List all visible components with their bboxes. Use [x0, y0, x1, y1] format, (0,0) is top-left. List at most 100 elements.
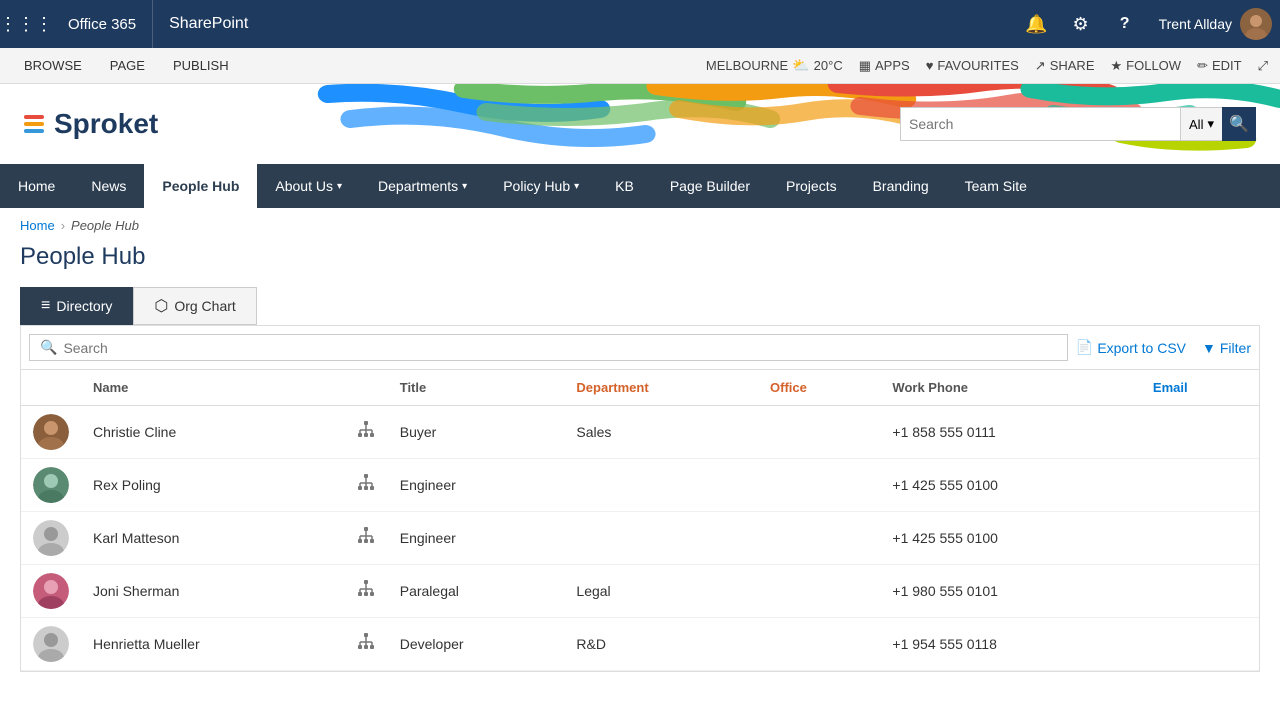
office-cell [758, 406, 880, 459]
main-nav: Home News People Hub About Us ▾ Departme… [0, 164, 1280, 208]
filter-icon: ▼ [1202, 340, 1216, 356]
nav-item-people-hub[interactable]: People Hub [144, 164, 257, 208]
col-title: Title [388, 370, 565, 406]
search-icon: 🔍 [1229, 114, 1249, 134]
actionbar: BROWSE PAGE PUBLISH MELBOURNE ⛅ 20°C ▦ A… [0, 48, 1280, 84]
work-phone-cell: +1 425 555 0100 [880, 459, 1141, 512]
table-row[interactable]: Joni Sherman Paralegal Legal +1 980 555 … [21, 565, 1259, 618]
breadcrumb-home[interactable]: Home [20, 218, 55, 233]
gear-icon[interactable]: ⚙ [1063, 6, 1099, 42]
table-header-row: Name Title Department Office Work Phone … [21, 370, 1259, 406]
table-row[interactable]: Rex Poling Engineer +1 425 555 0100 [21, 459, 1259, 512]
work-phone-cell: +1 980 555 0101 [880, 565, 1141, 618]
avatar-cell [21, 565, 81, 618]
search-button[interactable]: 🔍 [1222, 107, 1256, 141]
chevron-down-icon: ▾ [574, 181, 579, 192]
weather-temp: 20°C [814, 58, 843, 73]
table-row[interactable]: Karl Matteson Engineer +1 425 555 0100 [21, 512, 1259, 565]
name-cell: Joni Sherman [81, 565, 344, 618]
email-cell [1141, 512, 1259, 565]
department-cell [564, 459, 758, 512]
help-icon[interactable]: ? [1107, 6, 1143, 42]
nav-item-about-us[interactable]: About Us ▾ [257, 164, 360, 208]
name-cell: Karl Matteson [81, 512, 344, 565]
org-icon-cell[interactable] [344, 459, 388, 512]
org-icon-cell[interactable] [344, 565, 388, 618]
table-search-input[interactable] [63, 340, 1056, 356]
chevron-down-icon: ▾ [337, 181, 342, 192]
logo-line-orange [24, 122, 44, 126]
logo-lines [24, 115, 44, 133]
nav-item-departments[interactable]: Departments ▾ [360, 164, 485, 208]
nav-item-team-site[interactable]: Team Site [947, 164, 1045, 208]
avatar-cell [21, 406, 81, 459]
bell-icon[interactable]: 🔔 [1019, 6, 1055, 42]
people-table: Name Title Department Office Work Phone … [21, 370, 1259, 671]
org-chart-icon[interactable] [356, 636, 376, 656]
edit-button[interactable]: ✏ EDIT [1197, 58, 1242, 74]
org-chart-icon[interactable] [356, 477, 376, 497]
logo-line-red [24, 115, 44, 119]
breadcrumb-current: People Hub [71, 218, 139, 233]
avatar-cell [21, 618, 81, 671]
expand-button[interactable]: ⤢ [1258, 58, 1268, 74]
org-chart-icon[interactable] [356, 583, 376, 603]
topbar: ⋮⋮⋮ Office 365 SharePoint 🔔 ⚙ ? Trent Al… [0, 0, 1280, 48]
sharepoint-label: SharePoint [153, 15, 1018, 33]
nav-item-page-builder[interactable]: Page Builder [652, 164, 768, 208]
table-row[interactable]: Henrietta Mueller Developer R&D +1 954 5… [21, 618, 1259, 671]
table-row[interactable]: Christie Cline Buyer Sales +1 858 555 01… [21, 406, 1259, 459]
breadcrumb: Home › People Hub [0, 208, 1280, 243]
email-cell [1141, 406, 1259, 459]
work-phone-cell: +1 425 555 0100 [880, 512, 1141, 565]
org-icon-cell[interactable] [344, 406, 388, 459]
nav-item-news[interactable]: News [73, 164, 144, 208]
org-icon-cell[interactable] [344, 512, 388, 565]
nav-item-branding[interactable]: Branding [855, 164, 947, 208]
share-button[interactable]: ↗ SHARE [1035, 58, 1095, 74]
nav-item-kb[interactable]: KB [597, 164, 652, 208]
apps-button[interactable]: ▦ APPS [859, 58, 910, 74]
org-chart-icon: ⬡ [154, 296, 168, 316]
weather-city: MELBOURNE [706, 58, 788, 73]
follow-button[interactable]: ★ FOLLOW [1111, 58, 1182, 74]
logo-area: Sproket [0, 84, 260, 164]
tab-directory[interactable]: ≡ Directory [20, 287, 133, 325]
nav-item-projects[interactable]: Projects [768, 164, 855, 208]
table-search-box: 🔍 [29, 334, 1068, 361]
edit-icon: ✏ [1197, 58, 1208, 74]
page-title: People Hub [20, 243, 1260, 271]
nav-item-policy-hub[interactable]: Policy Hub ▾ [485, 164, 597, 208]
header-search-input[interactable] [900, 107, 1180, 141]
breadcrumb-separator: › [61, 218, 65, 233]
name-cell: Rex Poling [81, 459, 344, 512]
page-button[interactable]: PAGE [98, 48, 157, 84]
tabs: ≡ Directory ⬡ Org Chart [20, 287, 1260, 325]
org-icon-cell[interactable] [344, 618, 388, 671]
user-name: Trent Allday [1159, 16, 1232, 32]
office365-label[interactable]: Office 365 [52, 0, 153, 48]
logo-text: Sproket [54, 108, 158, 140]
office-cell [758, 618, 880, 671]
search-scope-dropdown[interactable]: All ▾ [1180, 107, 1222, 141]
col-work-phone: Work Phone [880, 370, 1141, 406]
person-avatar [33, 467, 69, 503]
nav-item-home[interactable]: Home [0, 164, 73, 208]
search-icon: 🔍 [40, 339, 57, 356]
favourites-button[interactable]: ♥ FAVOURITES [926, 58, 1019, 73]
header-search: All ▾ 🔍 [900, 107, 1256, 141]
avatar-cell [21, 512, 81, 565]
department-cell: Sales [564, 406, 758, 459]
publish-button[interactable]: PUBLISH [161, 48, 241, 84]
filter-button[interactable]: ▼ Filter [1202, 340, 1251, 356]
org-chart-icon[interactable] [356, 530, 376, 550]
directory-icon: ≡ [41, 297, 50, 315]
user-profile[interactable]: Trent Allday [1159, 8, 1272, 40]
org-chart-icon[interactable] [356, 424, 376, 444]
tab-org-chart[interactable]: ⬡ Org Chart [133, 287, 256, 325]
browse-button[interactable]: BROWSE [12, 48, 94, 84]
actionbar-right: MELBOURNE ⛅ 20°C ▦ APPS ♥ FAVOURITES ↗ S… [706, 57, 1268, 74]
waffle-icon[interactable]: ⋮⋮⋮ [8, 6, 44, 42]
topbar-icons: 🔔 ⚙ ? Trent Allday [1019, 6, 1272, 42]
export-csv-button[interactable]: 📄 Export to CSV [1076, 339, 1186, 356]
